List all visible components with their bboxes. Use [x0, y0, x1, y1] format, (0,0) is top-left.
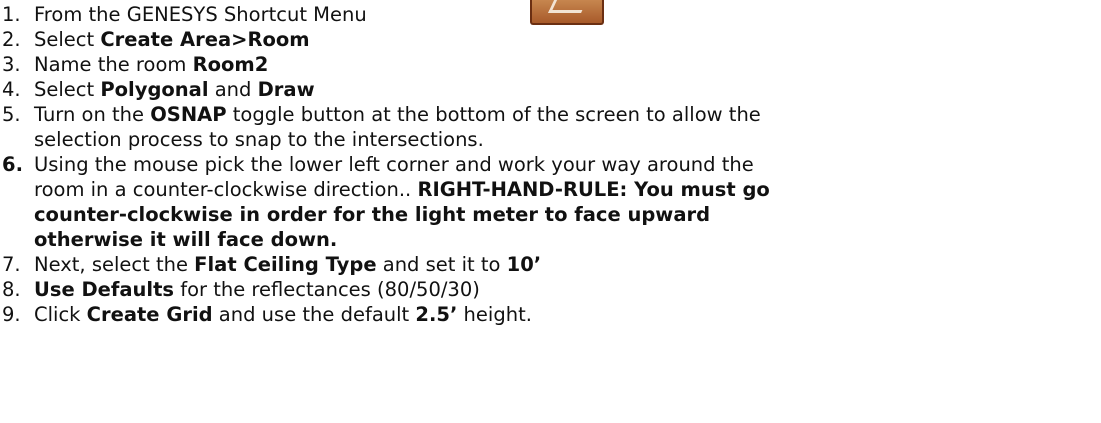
- step-number: 3.: [2, 53, 21, 76]
- step-number: 2.: [2, 28, 21, 51]
- step-text-run: Using the mouse pick the lower left corn…: [34, 153, 754, 176]
- step-text: otherwise it will face down.: [34, 227, 337, 252]
- step-text-run: and: [208, 78, 258, 101]
- step-text-run: for the reflectances (80/50/30): [174, 278, 480, 301]
- step-text-run: From the GENESYS Shortcut Menu: [34, 3, 367, 26]
- step-emphasis: Flat Ceiling Type: [194, 253, 377, 276]
- step-emphasis: Use Defaults: [34, 278, 175, 301]
- step-text-run: Turn on the: [34, 103, 151, 126]
- step-text: Click Create Grid and use the default 2.…: [34, 302, 532, 327]
- step-text: Next, select the Flat Ceiling Type and s…: [34, 252, 541, 277]
- step-text-run: and use the default: [212, 303, 416, 326]
- step-emphasis: Create Area>Room: [100, 28, 310, 51]
- step-text-run: and set it to: [376, 253, 507, 276]
- step-number: 9.: [2, 303, 21, 326]
- step-text: Use Defaults for the reflectances (80/50…: [34, 277, 480, 302]
- step-text: counter-clockwise in order for the light…: [34, 202, 710, 227]
- step-text-run: toggle button at the bottom of the scree…: [226, 103, 761, 126]
- step-number: 7.: [2, 253, 21, 276]
- step-text: selection process to snap to the interse…: [34, 127, 484, 152]
- step-text-run: Name the room: [34, 53, 193, 76]
- genesys-shortcut-menu-icon: [530, 0, 604, 25]
- step-emphasis: Polygonal: [100, 78, 209, 101]
- step-text-run: Next, select the: [34, 253, 195, 276]
- step-emphasis: Draw: [257, 78, 315, 101]
- step-emphasis: Room2: [192, 53, 269, 76]
- step-text: Select Create Area>Room: [34, 27, 310, 52]
- step-text-run: room in a counter-clockwise direction..: [34, 178, 418, 201]
- step-text-run: height.: [457, 303, 532, 326]
- step-number: 5.: [2, 103, 21, 126]
- step-text: Select Polygonal and Draw: [34, 77, 315, 102]
- step-text: Using the mouse pick the lower left corn…: [34, 152, 754, 177]
- step-emphasis: OSNAP: [150, 103, 227, 126]
- step-text: room in a counter-clockwise direction.. …: [34, 177, 770, 202]
- step-emphasis: Create Grid: [86, 303, 213, 326]
- step-emphasis: counter-clockwise in order for the light…: [34, 203, 711, 226]
- step-emphasis: 10’: [506, 253, 542, 276]
- step-text: From the GENESYS Shortcut Menu: [34, 2, 367, 27]
- step-text-run: Select: [34, 78, 101, 101]
- step-text: Name the room Room2: [34, 52, 268, 77]
- step-number: 1.: [2, 3, 21, 26]
- step-emphasis: RIGHT-HAND-RULE: You must go: [417, 178, 770, 201]
- step-number: 8.: [2, 278, 21, 301]
- step-text-run: selection process to snap to the interse…: [34, 128, 484, 151]
- step-text: Turn on the OSNAP toggle button at the b…: [34, 102, 761, 127]
- step-text-run: Select: [34, 28, 101, 51]
- step-emphasis: otherwise it will face down.: [34, 228, 338, 251]
- step-number: 4.: [2, 78, 21, 101]
- step-emphasis: 2.5’: [415, 303, 458, 326]
- step-number: 6.: [2, 153, 23, 176]
- step-text-run: Click: [34, 303, 87, 326]
